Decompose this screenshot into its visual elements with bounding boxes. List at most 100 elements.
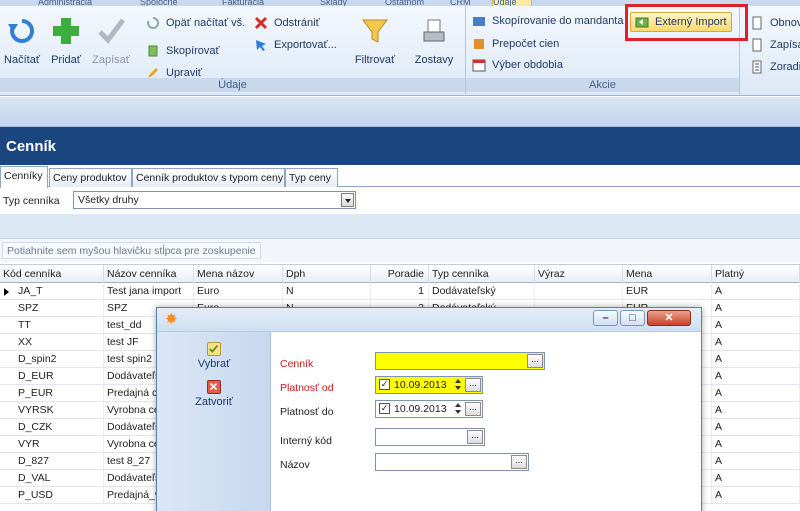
platnost-do-calendar-button[interactable]: ... bbox=[465, 402, 481, 416]
platnost-od-checkbox[interactable]: ✓ bbox=[379, 379, 390, 390]
dialog-titlebar[interactable]: ✸ – □ ✕ bbox=[157, 308, 701, 332]
cell-kod-cennika[interactable]: D_VAL bbox=[0, 470, 104, 486]
cell-platny[interactable]: A bbox=[712, 419, 800, 435]
cell-platny[interactable]: A bbox=[712, 300, 800, 316]
cell-platny[interactable]: A bbox=[712, 385, 800, 401]
cell-kod-cennika[interactable]: VYR bbox=[0, 436, 104, 452]
platnost-do-spinner[interactable] bbox=[452, 402, 464, 416]
exportovat-button[interactable]: Exportovať... bbox=[254, 36, 337, 54]
skopirovanie-do-mandanta-button[interactable]: Skopírovanie do mandanta bbox=[472, 12, 623, 30]
cennik-label: Cenník bbox=[280, 358, 314, 370]
copy-icon bbox=[146, 44, 160, 58]
cell-kod-cennika[interactable]: JA_T bbox=[0, 283, 104, 299]
zoradit-button[interactable]: Zoradi bbox=[750, 58, 800, 76]
cell-platny[interactable]: A bbox=[712, 470, 800, 486]
column-header-kod-cennika[interactable]: Kód cenníka bbox=[0, 265, 104, 283]
cell-kod-cennika[interactable]: D_spin2 bbox=[0, 351, 104, 367]
copy-to-mandant-icon bbox=[472, 14, 486, 28]
checkmark-icon bbox=[98, 18, 125, 44]
cell-dph[interactable]: N bbox=[283, 283, 371, 299]
cell-platny[interactable]: A bbox=[712, 402, 800, 418]
platnost-do-label: Platnosť do bbox=[280, 406, 334, 418]
dialog-form: Cenník ... Platnosť od ✓ 10.09.2013 ... … bbox=[272, 332, 701, 511]
platnost-od-calendar-button[interactable]: ... bbox=[465, 378, 481, 392]
maximize-button[interactable]: □ bbox=[620, 310, 645, 326]
column-header-vyraz[interactable]: Výraz bbox=[535, 265, 623, 283]
group-by-panel[interactable]: Potiahnite sem myšou hlavičku stĺpca pre… bbox=[0, 238, 800, 262]
column-header-mena-nazov[interactable]: Mena názov bbox=[194, 265, 283, 283]
cell-platny[interactable]: A bbox=[712, 487, 800, 503]
opat-nacitat-button[interactable]: Opäť načítať vš. bbox=[146, 14, 245, 32]
table-row[interactable]: JA_T Test jana import Euro N 1 Dodávateľský EU… bbox=[0, 283, 800, 300]
nazov-field[interactable]: ... bbox=[375, 453, 529, 471]
ribbon-group-udaje: Načítať Pridať Zapísať Opäť načítať vš. … bbox=[0, 6, 466, 94]
page-title: Cenník bbox=[0, 127, 800, 165]
tab-typ-ceny[interactable]: Typ ceny bbox=[285, 168, 338, 187]
cell-kod-cennika[interactable]: XX bbox=[0, 334, 104, 350]
filter-row: Typ cenníka Všetky druhy bbox=[0, 188, 800, 214]
cell-typ-cennika[interactable]: Dodávateľský bbox=[429, 283, 535, 299]
column-header-mena[interactable]: Mena bbox=[623, 265, 712, 283]
cell-kod-cennika[interactable]: D_CZK bbox=[0, 419, 104, 435]
filter-funnel-icon bbox=[362, 19, 388, 43]
nazov-browse-button[interactable]: ... bbox=[511, 455, 527, 469]
cell-platny[interactable]: A bbox=[712, 351, 800, 367]
odstranit-button[interactable]: Odstrániť bbox=[254, 14, 320, 32]
cell-mena-nazov[interactable]: Euro bbox=[194, 283, 283, 299]
cell-kod-cennika[interactable]: TT bbox=[0, 317, 104, 333]
cell-kod-cennika[interactable]: SPZ bbox=[0, 300, 104, 316]
cell-mena[interactable]: EUR bbox=[623, 283, 712, 299]
filtrovat-button[interactable]: Filtrovať bbox=[350, 12, 400, 72]
minimize-icon: – bbox=[602, 312, 609, 324]
cell-poradie[interactable]: 1 bbox=[371, 283, 429, 299]
tab-cennik-produktov-s-typom-ceny[interactable]: Cenník produktov s typom ceny bbox=[132, 168, 285, 187]
cennik-browse-button[interactable]: ... bbox=[527, 354, 543, 368]
cell-kod-cennika[interactable]: P_USD bbox=[0, 487, 104, 503]
prepocet-cien-button[interactable]: Prepočet cien bbox=[472, 35, 559, 53]
interny-kod-field[interactable]: ... bbox=[375, 428, 485, 446]
chevron-down-icon[interactable] bbox=[341, 193, 354, 207]
cell-vyraz[interactable] bbox=[535, 283, 623, 299]
tab-ceny-produktov[interactable]: Ceny produktov bbox=[49, 168, 132, 187]
cennik-lookup-field[interactable]: ... bbox=[375, 352, 545, 370]
minimize-button[interactable]: – bbox=[593, 310, 618, 326]
column-header-poradie[interactable]: Poradie bbox=[371, 265, 429, 283]
column-header-dph[interactable]: Dph bbox=[283, 265, 371, 283]
cell-nazov-cennika[interactable]: Test jana import bbox=[104, 283, 194, 299]
zapisat-small-button[interactable]: Zapísa bbox=[750, 36, 800, 54]
platnost-od-spinner[interactable] bbox=[452, 378, 464, 392]
platnost-do-checkbox[interactable]: ✓ bbox=[379, 403, 390, 414]
column-header-platny[interactable]: Platný bbox=[712, 265, 800, 283]
cell-platny[interactable]: A bbox=[712, 283, 800, 299]
cell-platny[interactable]: A bbox=[712, 317, 800, 333]
cell-kod-cennika[interactable]: VYRSK bbox=[0, 402, 104, 418]
dialog-action-panel: Vybrať Zatvoriť bbox=[157, 332, 271, 511]
cell-platny[interactable]: A bbox=[712, 453, 800, 469]
skopirovat-button[interactable]: Skopírovať bbox=[146, 42, 220, 60]
reload-icon bbox=[146, 16, 160, 30]
zapisat-button[interactable]: Zapísať bbox=[86, 12, 136, 72]
vyber-obdobia-button[interactable]: Výber obdobia bbox=[472, 56, 563, 74]
cell-platny[interactable]: A bbox=[712, 334, 800, 350]
zatvorit-button[interactable]: Zatvoriť bbox=[177, 380, 251, 408]
zostavy-button[interactable]: Zostavy bbox=[409, 12, 459, 72]
column-header-typ-cennika[interactable]: Typ cenníka bbox=[429, 265, 535, 283]
typ-cennika-label: Typ cenníka bbox=[3, 195, 60, 207]
tab-cenniky[interactable]: Cenníky bbox=[0, 166, 48, 188]
interny-kod-browse-button[interactable]: ... bbox=[467, 430, 483, 444]
nazov-label: Názov bbox=[280, 459, 310, 471]
group-by-hint: Potiahnite sem myšou hlavičku stĺpca pre… bbox=[2, 242, 261, 259]
cell-platny[interactable]: A bbox=[712, 368, 800, 384]
cell-platny[interactable]: A bbox=[712, 436, 800, 452]
vybrat-button[interactable]: Vybrať bbox=[177, 342, 251, 370]
obnov-button[interactable]: Obnov bbox=[750, 14, 800, 32]
typ-cennika-select[interactable]: Všetky druhy bbox=[73, 191, 356, 209]
cell-kod-cennika[interactable]: D_827 bbox=[0, 453, 104, 469]
highlight-annotation-box bbox=[625, 4, 748, 41]
close-window-button[interactable]: ✕ bbox=[647, 310, 691, 326]
platnost-do-date-field[interactable]: ✓ 10.09.2013 ... bbox=[375, 400, 483, 418]
column-header-nazov-cennika[interactable]: Názov cenníka bbox=[104, 265, 194, 283]
cell-kod-cennika[interactable]: P_EUR bbox=[0, 385, 104, 401]
platnost-od-date-field[interactable]: ✓ 10.09.2013 ... bbox=[375, 376, 483, 394]
cell-kod-cennika[interactable]: D_EUR bbox=[0, 368, 104, 384]
